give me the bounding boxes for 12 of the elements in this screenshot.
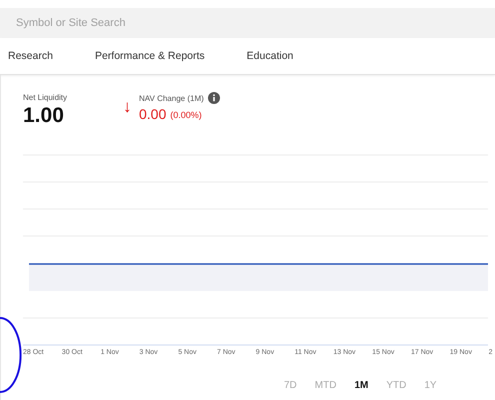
nav-link[interactable]: Performance & Reports [94,50,205,62]
search-field[interactable]: Symbol or Site Search [0,8,495,38]
info-icon[interactable] [208,92,220,104]
net-liquidity-label: Net Liquidity [23,93,68,102]
nav-change-value: 0.00 [139,106,166,122]
down-arrow: ↓ [123,97,132,117]
nav-link[interactable]: Research [8,50,53,62]
range-tab[interactable]: 1M [352,380,370,391]
nav-link[interactable]: Education [246,50,294,62]
nav-change-label: NAV Change (1M) [139,94,204,103]
nav-change-percent: (0.00%) [170,110,202,120]
net-liquidity-value: 1.00 [23,104,65,128]
